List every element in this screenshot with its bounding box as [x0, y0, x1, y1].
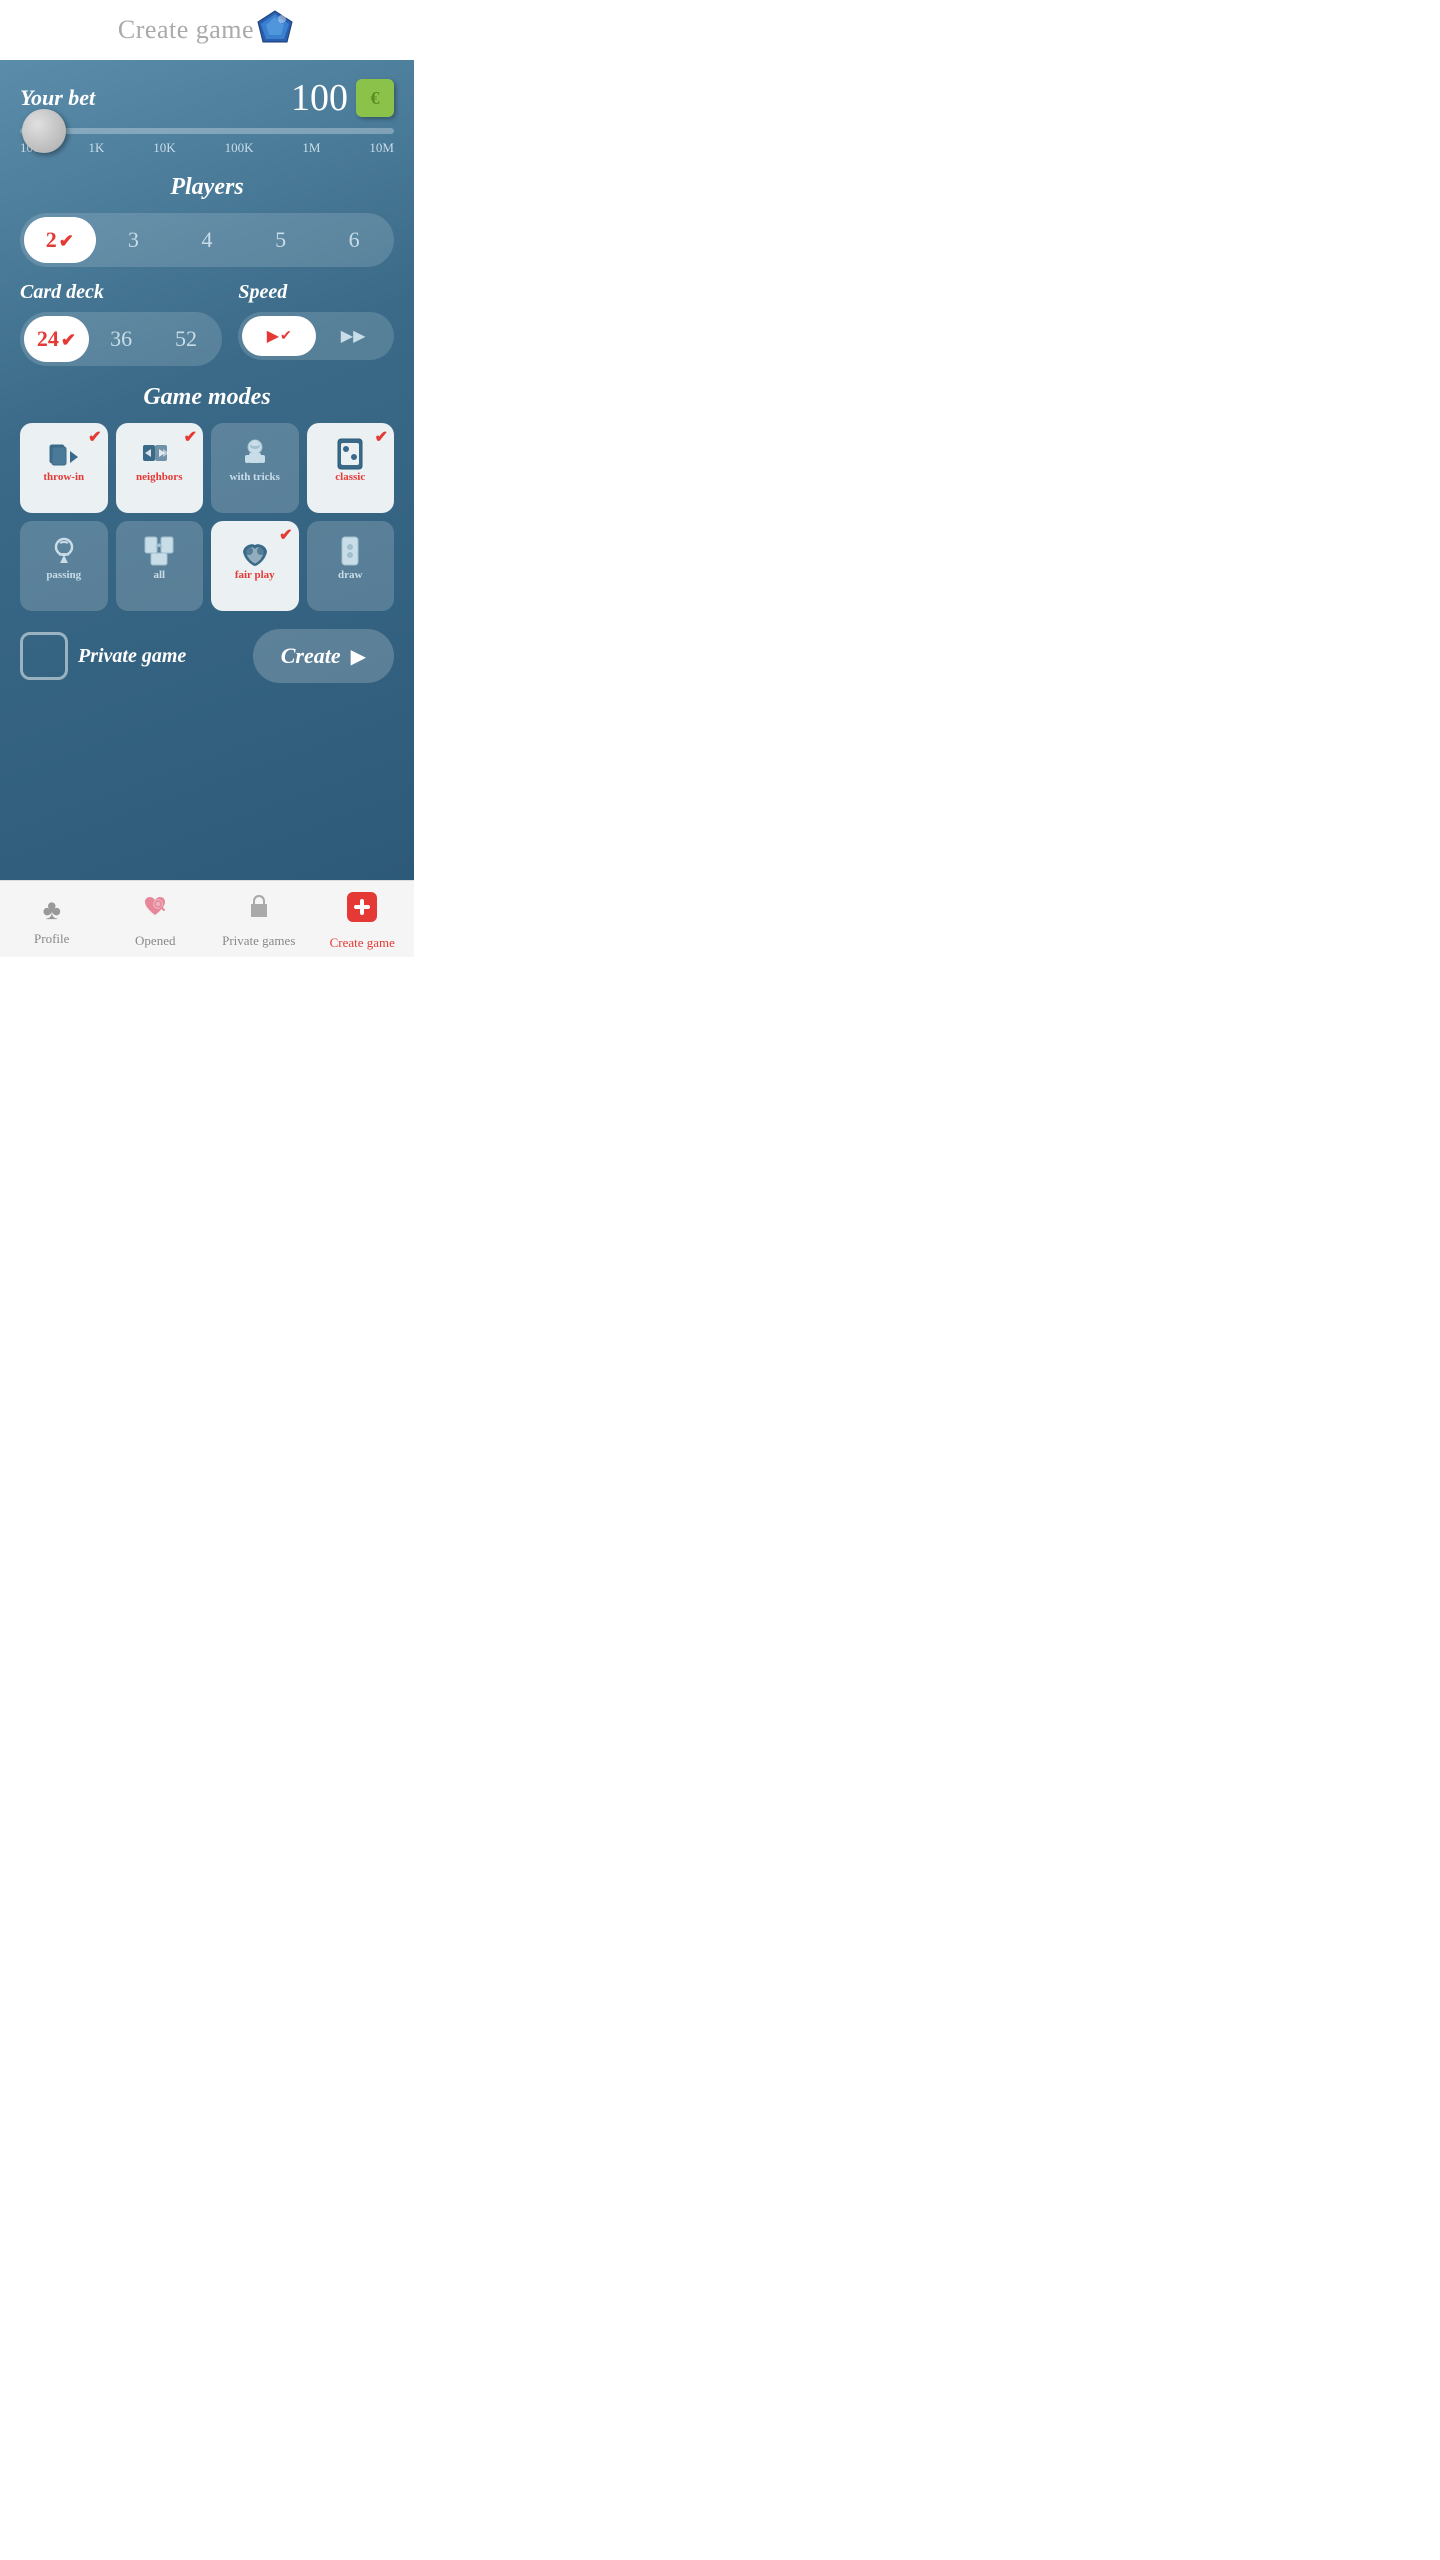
players-option-4[interactable]: 4	[171, 217, 243, 263]
nav-private-games[interactable]: Private games	[207, 893, 311, 949]
mode-classic[interactable]: ✔ classic	[307, 423, 395, 513]
mode-throw-in[interactable]: ✔ throw-in	[20, 423, 108, 513]
bottom-options: Private game Create ▶	[20, 629, 394, 683]
players-selector: 2✔ 3 4 5 6	[20, 213, 394, 267]
throw-in-check-icon: ✔	[88, 427, 101, 447]
bet-label: Your bet	[20, 85, 95, 111]
neighbors-label: neighbors	[136, 471, 182, 483]
fair-play-check-icon: ✔	[279, 525, 292, 545]
deck-selector: 24✔ 36 52	[20, 312, 222, 366]
create-button[interactable]: Create ▶	[253, 629, 394, 683]
bet-value: 100	[291, 76, 348, 120]
profile-icon: ♣	[43, 895, 61, 927]
header: Create game	[0, 0, 414, 60]
slider-label-10m: 10M	[369, 140, 394, 156]
classic-check-icon: ✔	[375, 427, 388, 447]
classic-icon	[332, 435, 368, 471]
mode-draw[interactable]: draw	[307, 521, 395, 611]
mode-all[interactable]: all	[116, 521, 204, 611]
draw-label: draw	[338, 569, 362, 581]
card-deck-label: Card deck	[20, 281, 222, 304]
mode-neighbors[interactable]: ✔ neighbors	[116, 423, 204, 513]
nav-private-games-label: Private games	[222, 933, 295, 949]
nav-opened-label: Opened	[135, 933, 175, 949]
create-game-icon	[346, 891, 378, 931]
throw-in-label: throw-in	[43, 471, 84, 483]
nav-opened[interactable]: Opened	[104, 893, 208, 949]
passing-icon	[46, 533, 82, 569]
speed-selector: ▶✔ ▶▶	[238, 312, 394, 360]
private-game-label: Private game	[78, 644, 186, 668]
mode-with-tricks[interactable]: with tricks	[211, 423, 299, 513]
players-option-6[interactable]: 6	[318, 217, 390, 263]
deck-option-52[interactable]: 52	[154, 316, 219, 362]
fair-play-icon	[237, 533, 273, 569]
mode-fair-play[interactable]: ✔ fair play	[211, 521, 299, 611]
private-games-icon	[245, 893, 273, 929]
with-tricks-label: with tricks	[230, 471, 280, 483]
draw-icon	[332, 533, 368, 569]
speed-label: Speed	[238, 281, 394, 304]
coin-icon: €	[356, 79, 394, 117]
page-title: Create game	[118, 15, 254, 45]
main-content: Your bet 100 € 100 1K 10K 100K 1M 10M Pl…	[0, 60, 414, 880]
private-game-section: Private game	[20, 632, 243, 680]
slider-label-10k: 10K	[153, 140, 175, 156]
private-game-checkbox[interactable]	[20, 632, 68, 680]
bottom-nav: ♣ Profile Opened Private games	[0, 880, 414, 957]
neighbors-check-icon: ✔	[184, 427, 197, 447]
slider-label-1m: 1M	[302, 140, 320, 156]
opened-icon	[141, 893, 169, 929]
fair-play-label: fair play	[235, 569, 275, 581]
mode-passing[interactable]: passing	[20, 521, 108, 611]
passing-label: passing	[46, 569, 81, 581]
throw-in-icon	[46, 435, 82, 471]
gem-icon	[254, 9, 296, 51]
players-title: Players	[20, 174, 394, 201]
bet-slider-container: 100 1K 10K 100K 1M 10M	[20, 128, 394, 156]
nav-create-game-label: Create game	[330, 935, 395, 951]
with-tricks-icon	[237, 435, 273, 471]
slider-track	[20, 128, 394, 134]
game-modes-title: Game modes	[20, 384, 394, 411]
slider-thumb[interactable]	[22, 109, 66, 153]
slider-label-1k: 1K	[88, 140, 104, 156]
slider-labels: 100 1K 10K 100K 1M 10M	[20, 140, 394, 156]
deck-speed-row: Card deck 24✔ 36 52 Speed ▶✔ ▶▶	[20, 281, 394, 366]
slider-label-100k: 100K	[225, 140, 254, 156]
players-option-5[interactable]: 5	[245, 217, 317, 263]
game-modes-grid: ✔ throw-in ✔ neighbors	[20, 423, 394, 611]
deck-option-36[interactable]: 36	[89, 316, 154, 362]
neighbors-icon	[141, 435, 177, 471]
bet-value-row: 100 €	[291, 76, 394, 120]
nav-profile-label: Profile	[34, 931, 69, 947]
create-button-label: Create	[281, 643, 341, 669]
all-icon	[141, 533, 177, 569]
all-label: all	[153, 569, 165, 581]
classic-label: classic	[335, 471, 365, 483]
speed-col: Speed ▶✔ ▶▶	[238, 281, 394, 360]
create-arrow-icon: ▶	[351, 644, 366, 669]
nav-profile[interactable]: ♣ Profile	[0, 895, 104, 947]
speed-normal[interactable]: ▶✔	[242, 316, 316, 356]
speed-fast[interactable]: ▶▶	[316, 316, 390, 356]
players-option-3[interactable]: 3	[98, 217, 170, 263]
players-option-2[interactable]: 2✔	[24, 217, 96, 263]
deck-option-24[interactable]: 24✔	[24, 316, 89, 362]
nav-create-game[interactable]: Create game	[311, 891, 415, 951]
bet-row: Your bet 100 €	[20, 76, 394, 120]
card-deck-col: Card deck 24✔ 36 52	[20, 281, 222, 366]
